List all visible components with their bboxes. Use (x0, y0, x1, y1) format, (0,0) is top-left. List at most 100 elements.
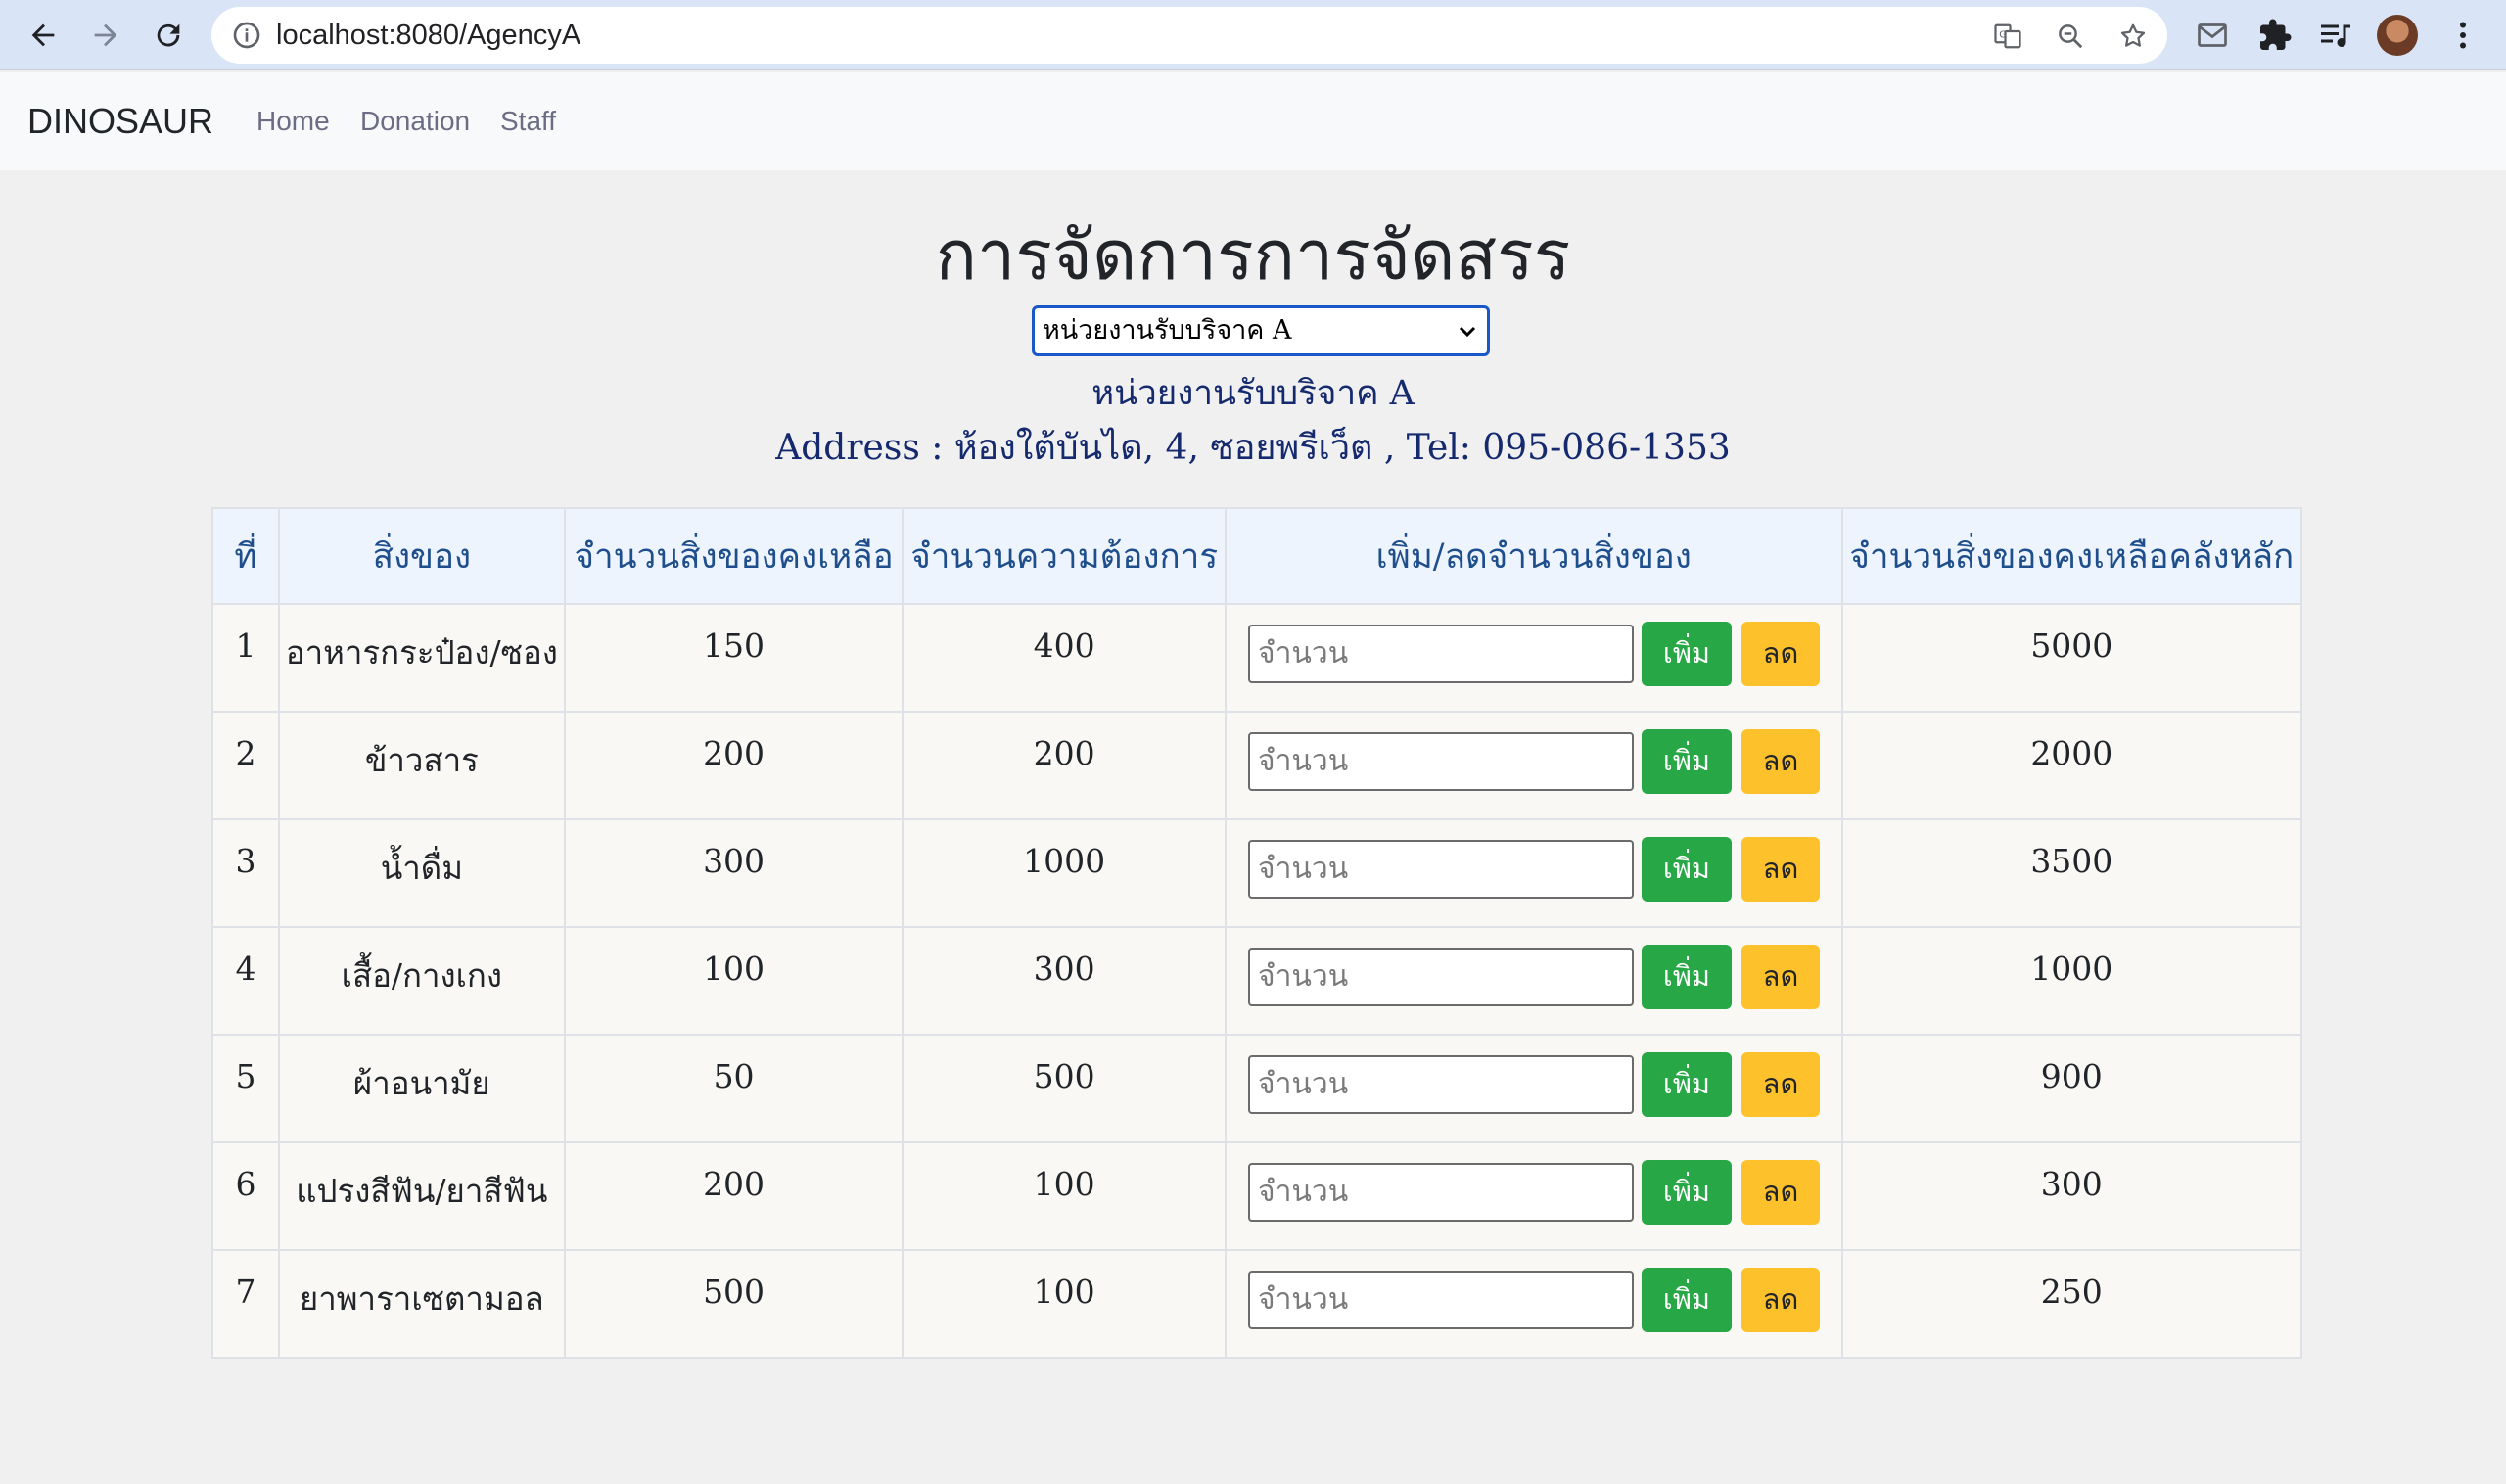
cell-demand: 500 (902, 1034, 1227, 1143)
cell-main-stock: 2000 (1840, 711, 2303, 820)
cell-main-stock: 250 (1840, 1249, 2303, 1359)
cell-no: 2 (211, 711, 280, 820)
cell-item: แปรงสีฟัน/ยาสีฟัน (277, 1141, 566, 1251)
cell-adjust: จำนวน เพิ่ม ลด (1224, 1141, 1843, 1251)
quantity-input[interactable]: จำนวน (1247, 1163, 1634, 1222)
agency-address: Address : ห้องใต้บันได, 4, ซอยพรีเว็ต , … (775, 428, 1731, 468)
cell-adjust: จำนวน เพิ่ม ลด (1224, 1249, 1843, 1359)
header-no: ที่ (211, 507, 280, 605)
add-button[interactable]: เพิ่ม (1641, 622, 1732, 686)
cell-remaining: 300 (563, 818, 905, 928)
reload-button[interactable] (147, 14, 190, 57)
cell-adjust: จำนวน เพิ่ม ลด (1224, 926, 1843, 1036)
table-header-row: ที่ สิ่งของ จำนวนสิ่งของคงเหลือ จำนวนควา… (211, 507, 2303, 605)
zoom-icon[interactable] (2056, 22, 2085, 51)
forward-arrow-icon (94, 23, 117, 47)
add-button[interactable]: เพิ่ม (1641, 837, 1732, 902)
subtract-button[interactable]: ลด (1740, 1052, 1820, 1117)
cell-no: 4 (211, 926, 280, 1036)
cell-demand: 300 (902, 926, 1227, 1036)
header-item: สิ่งของ (277, 507, 566, 605)
subtract-button[interactable]: ลด (1740, 622, 1820, 686)
quantity-input[interactable]: จำนวน (1247, 840, 1634, 899)
url-text: localhost:8080/AgencyA (276, 20, 581, 51)
table-row: 3 น้ำดื่ม 300 1000 จำนวน เพิ่ม ลด 3500 (211, 818, 2303, 928)
subtract-button[interactable]: ลด (1740, 945, 1820, 1009)
cell-no: 5 (211, 1034, 280, 1143)
cell-main-stock: 3500 (1840, 818, 2303, 928)
header-adjust: เพิ่ม/ลดจำนวนสิ่งของ (1224, 507, 1843, 605)
cell-item: น้ำดื่ม (277, 818, 566, 928)
cell-item: ยาพาราเซตามอล (277, 1249, 566, 1359)
add-button[interactable]: เพิ่ม (1641, 729, 1732, 794)
mail-icon[interactable] (2195, 18, 2230, 53)
cell-remaining: 200 (563, 1141, 905, 1251)
chevron-down-icon (1459, 326, 1476, 338)
cell-demand: 1000 (902, 818, 1227, 928)
header-demand: จำนวนความต้องการ (902, 507, 1227, 605)
nav-link-staff[interactable]: Staff (500, 72, 556, 170)
reload-icon (157, 23, 180, 47)
add-button[interactable]: เพิ่ม (1641, 1268, 1732, 1332)
subtract-button[interactable]: ลด (1740, 1160, 1820, 1225)
translate-icon[interactable]: G (1993, 22, 2022, 51)
cell-main-stock: 300 (1840, 1141, 2303, 1251)
extensions-puzzle-icon[interactable] (2257, 18, 2293, 53)
cell-adjust: จำนวน เพิ่ม ลด (1224, 1034, 1843, 1143)
cell-remaining: 200 (563, 711, 905, 820)
cell-item: เสื้อ/กางเกง (277, 926, 566, 1036)
subtract-button[interactable]: ลด (1740, 1268, 1820, 1332)
table-row: 6 แปรงสีฟัน/ยาสีฟัน 200 100 จำนวน เพิ่ม ลด 300 (211, 1141, 2303, 1251)
profile-avatar[interactable] (2377, 15, 2418, 56)
subtract-button[interactable]: ลด (1740, 837, 1820, 902)
quantity-input[interactable]: จำนวน (1247, 732, 1634, 791)
cell-item: อาหารกระป๋อง/ซอง (277, 603, 566, 713)
forward-button[interactable] (84, 14, 127, 57)
quantity-input[interactable]: จำนวน (1247, 1271, 1634, 1329)
header-remaining: จำนวนสิ่งของคงเหลือ (563, 507, 905, 605)
cell-remaining: 150 (563, 603, 905, 713)
quantity-input[interactable]: จำนวน (1247, 1055, 1634, 1114)
back-arrow-icon (31, 23, 55, 47)
cell-main-stock: 5000 (1840, 603, 2303, 713)
agency-name: หน่วยงานรับบริจาค A (1091, 374, 1415, 413)
cell-main-stock: 1000 (1840, 926, 2303, 1036)
agency-select-value: หน่วยงานรับบริจาค A (1043, 315, 1292, 346)
cell-item: ผ้าอนามัย (277, 1034, 566, 1143)
nav-link-home[interactable]: Home (256, 72, 330, 170)
cell-demand: 100 (902, 1249, 1227, 1359)
cell-demand: 200 (902, 711, 1227, 820)
cell-demand: 100 (902, 1141, 1227, 1251)
back-button[interactable] (22, 14, 65, 57)
browser-toolbar: localhost:8080/AgencyA G (0, 0, 2506, 70)
add-button[interactable]: เพิ่ม (1641, 1052, 1732, 1117)
cell-remaining: 100 (563, 926, 905, 1036)
more-menu-icon[interactable] (2445, 18, 2481, 53)
quantity-input[interactable]: จำนวน (1247, 948, 1634, 1006)
cell-item: ข้าวสาร (277, 711, 566, 820)
subtract-button[interactable]: ลด (1740, 729, 1820, 794)
cell-no: 7 (211, 1249, 280, 1359)
cell-adjust: จำนวน เพิ่ม ลด (1224, 818, 1843, 928)
info-icon[interactable] (231, 20, 262, 51)
table-row: 2 ข้าวสาร 200 200 จำนวน เพิ่ม ลด 2000 (211, 711, 2303, 820)
table-row: 1 อาหารกระป๋อง/ซอง 150 400 จำนวน เพิ่ม ลด 5000 (211, 603, 2303, 713)
cell-no: 6 (211, 1141, 280, 1251)
table-row: 5 ผ้าอนามัย 50 500 จำนวน เพิ่ม ลด 900 (211, 1034, 2303, 1143)
bookmark-star-icon[interactable] (2118, 22, 2148, 51)
table-row: 4 เสื้อ/กางเกง 100 300 จำนวน เพิ่ม ลด 1000 (211, 926, 2303, 1036)
brand-logo[interactable]: DINOSAUR (27, 72, 213, 170)
cell-remaining: 500 (563, 1249, 905, 1359)
media-queue-icon[interactable] (2318, 18, 2353, 53)
address-bar[interactable]: localhost:8080/AgencyA G (211, 7, 2167, 64)
cell-remaining: 50 (563, 1034, 905, 1143)
nav-link-donation[interactable]: Donation (360, 72, 470, 170)
agency-select[interactable]: หน่วยงานรับบริจาค A (1032, 305, 1490, 356)
add-button[interactable]: เพิ่ม (1641, 945, 1732, 1009)
page-title: การจัดการการจัดสรร (935, 215, 1571, 296)
allocation-table: ที่ สิ่งของ จำนวนสิ่งของคงเหลือ จำนวนควา… (211, 507, 2303, 1359)
quantity-input[interactable]: จำนวน (1247, 625, 1634, 683)
cell-adjust: จำนวน เพิ่ม ลด (1224, 711, 1843, 820)
header-main-stock: จำนวนสิ่งของคงเหลือคลังหลัก (1840, 507, 2303, 605)
add-button[interactable]: เพิ่ม (1641, 1160, 1732, 1225)
